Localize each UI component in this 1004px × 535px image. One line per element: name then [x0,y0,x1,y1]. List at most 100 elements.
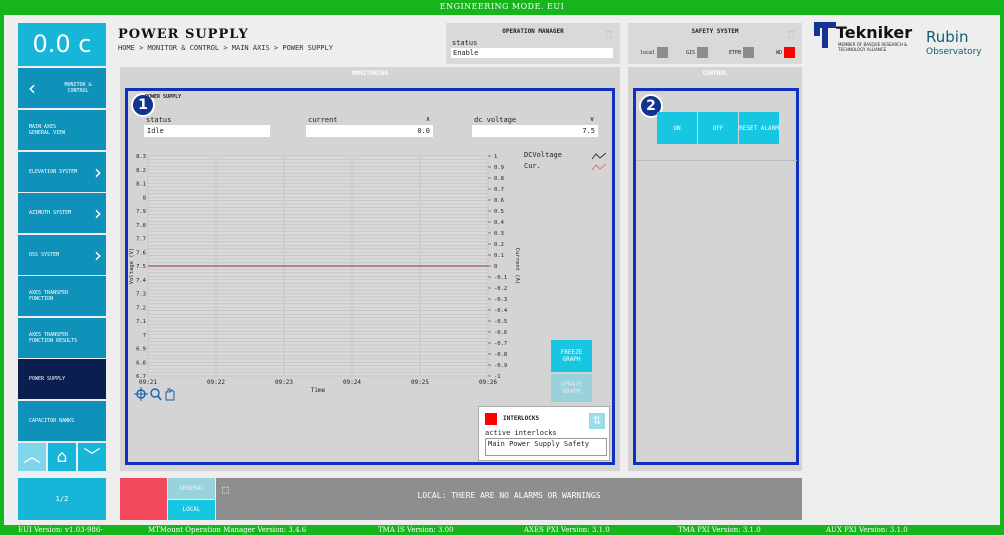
cursor-icon[interactable]: ⬚ [606,29,612,40]
engineering-mode-bar: ENGINEERING MODE. EUI [439,2,565,11]
cursor-icon[interactable]: ⬚ [222,483,229,496]
zoom-icon[interactable] [150,388,162,401]
active-interlocks-value: Main Power Supply Safety [485,438,607,456]
sidebar-item-power-supply[interactable]: POWER SUPPLY [18,359,106,399]
sidebar-item-oss-system[interactable]: OSS SYSTEM › [18,234,106,275]
y-tick-label: 8.1 [136,182,146,188]
divider [636,160,797,161]
scroll-down-button[interactable]: ﹀ [78,443,106,471]
x-tick-label: 09:24 [343,379,361,386]
sidebar-item-label: POWER SUPPLY [29,376,66,382]
tab-general[interactable]: GENERAL [168,478,215,499]
page-indicator[interactable]: 1/2 [18,478,106,520]
operation-manager-title: OPERATION MANAGER [502,28,564,35]
alarm-status-indicator[interactable] [120,478,167,520]
refresh-icon[interactable]: ⇅ [589,413,605,429]
sidebar-item-azimuth-system[interactable]: AZIMUTH SYSTEM › [18,193,106,233]
safety-etpb-label: ETPB [729,49,742,56]
reset-alarm-button[interactable]: RESET ALARM [739,112,779,144]
y-tick-label: 6.8 [136,360,146,366]
power-off-button[interactable]: OFF [698,112,738,144]
observatory-logo-text: Observatory [926,47,982,57]
rubin-logo-text: Rubin [926,28,969,46]
x-tick-label: 09:21 [139,379,157,386]
operation-status-label: status [452,39,478,47]
version-bar: EUI Version: v1.03-986- MTMount Operatio… [0,525,1004,535]
tekniker-logo-icon [814,22,836,48]
x-axis-label: Time [311,387,326,394]
page-title: POWER SUPPLY [118,27,249,42]
y2-tick-label: -0.4 [494,308,508,314]
safety-wd-indicator: WD [776,47,796,58]
aux-pxi-version: AUX PXI Version: 3.1.0 [826,526,908,534]
status-led-alarm [784,47,796,58]
power-supply-panel-title: POWER SUPPLY [145,94,182,100]
x-tick-label: 09:22 [207,379,225,386]
sidebar-item-elevation-system[interactable]: ELEVATION SYSTEM › [18,151,106,192]
y-tick-label: 7.5 [136,264,146,270]
pan-crosshair-icon[interactable] [134,387,148,401]
chevron-down-icon: ﹀ [83,447,101,467]
legend-swatch-icon [592,152,606,160]
power-supply-chart[interactable]: 09:21 09:22 09:23 09:24 09:25 09:26 8.3 8.2 8.1 8… [128,148,548,398]
sidebar-item-label: AZIMUTH SYSTEM [29,210,72,216]
ps-voltage-label: dc voltage [474,116,517,124]
ps-current-label: current [308,116,338,124]
legend-item: DCVoltage [524,151,606,162]
update-graph-button[interactable]: UPDATE GRAPH [551,374,592,402]
monitoring-title: MONITORING [351,70,389,77]
chevron-right-icon: › [94,159,102,184]
sidebar-item-main-axes-general-view[interactable]: MAIN AXES GENERAL VIEW [18,110,106,150]
y-tick-label: 8.3 [136,154,146,160]
y-axis-label: Voltage (V) [129,248,135,284]
interlocks-panel: INTERLOCKS ⇅ active interlocks Main Powe… [478,406,610,461]
hand-icon[interactable] [165,388,175,401]
sidebar-item-capacitor-banks[interactable]: CAPACITOR BANKS [18,400,106,441]
y-tick-label: 8.2 [136,168,146,174]
chevron-right-icon: › [94,201,102,225]
y2-tick-label: 0.6 [494,198,504,204]
y2-axis-label: Current (A) [514,248,520,284]
ps-status-label: status [146,116,172,124]
chart-tools [134,387,175,401]
operation-manager-panel: OPERATION MANAGER ⬚ status Enable [446,23,620,64]
safety-local-label: local [640,49,656,56]
logos: Tekniker MEMBER OF BASQUE RESEARCH & TEC… [812,20,992,70]
interlock-alarm-indicator [485,413,497,425]
breadcrumb: HOME > MONITOR & CONTROL > MAIN AXIS > P… [118,44,333,52]
sidebar-item-label: CAPACITOR BANKS [29,417,75,424]
tma-pxi-version: TMA PXI Version: 3.1.0 [678,526,761,534]
tab-local[interactable]: LOCAL [168,500,215,520]
y2-tick-label: -0.8 [494,352,507,358]
y2-tick-label: -0.5 [494,319,507,325]
interlocks-title: INTERLOCKS [503,415,540,422]
sidebar-item-axes-transfer-function-results[interactable]: AXES TRANSFER FUNCTION RESULTS [18,317,106,358]
sidebar-item-axes-transfer-function[interactable]: AXES TRANSFER FUNCTION [18,276,106,316]
legend-item: Cur. [524,162,606,173]
back-button[interactable]: ‹ MONITOR & CONTROL [18,68,106,108]
y-tick-label: 7.7 [136,237,146,243]
y2-tick-label: -0.2 [494,286,507,292]
y2-tick-label: -0.3 [494,297,507,303]
x-tick-label: 09:26 [479,379,497,386]
chevron-left-icon: ‹ [28,76,36,100]
power-on-button[interactable]: ON [657,112,697,144]
ps-status-value: Idle [144,125,270,137]
legend-label: Cur. [524,162,541,170]
safety-gis-indicator: GIS [686,47,709,58]
y2-tick-label: 0.3 [494,231,504,237]
cursor-icon[interactable]: ⬚ [788,29,794,40]
status-led [697,47,709,58]
chevron-up-icon: ︿ [23,447,41,467]
y2-tick-label: -0.1 [494,275,507,281]
legend-label: DCVoltage [524,151,562,159]
home-button[interactable]: ⌂ [48,443,76,471]
temperature-display: 0.0 c [18,23,106,66]
sidebar-item-label: OSS SYSTEM [29,251,60,258]
y-tick-label: 7.6 [136,250,146,256]
freeze-graph-button[interactable]: FREEZE GRAPH [551,340,592,372]
scroll-up-button[interactable]: ︿ [18,443,46,471]
safety-local-indicator: local [640,47,669,58]
ps-voltage-value: 7.5 [472,125,598,137]
legend-swatch-icon [592,163,606,171]
